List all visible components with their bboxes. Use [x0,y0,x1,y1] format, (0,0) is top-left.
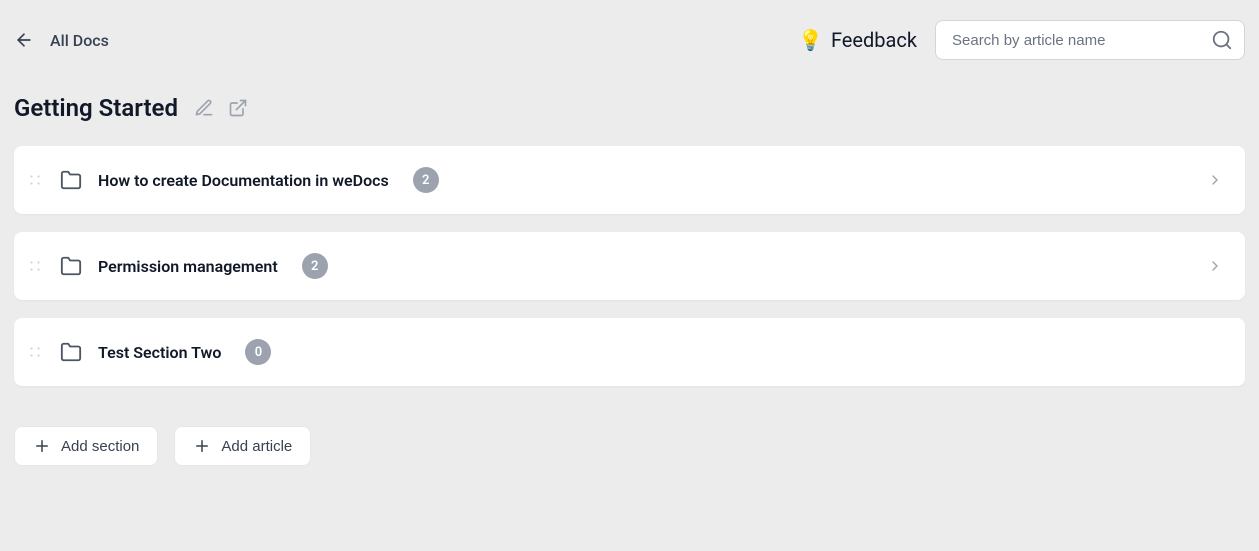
drag-handle-icon[interactable] [28,173,42,187]
chevron-right-icon[interactable] [1207,258,1223,274]
plus-icon [33,437,51,455]
feedback-link[interactable]: 💡 Feedback [798,28,917,52]
search-wrap [935,20,1245,60]
lightbulb-icon: 💡 [798,28,823,52]
count-badge: 2 [302,253,328,279]
header-right: 💡 Feedback [798,20,1245,60]
add-section-label: Add section [61,438,139,455]
section-title: Test Section Two [98,343,221,362]
count-badge: 2 [413,167,439,193]
back-to-all-docs[interactable]: All Docs [14,30,109,50]
footer-actions: Add section Add article [0,386,1259,466]
add-article-label: Add article [221,438,292,455]
plus-icon [193,437,211,455]
section-row[interactable]: How to create Documentation in weDocs 2 [14,146,1245,214]
search-input[interactable] [935,20,1245,60]
arrow-left-icon [14,30,34,50]
add-article-button[interactable]: Add article [174,426,311,466]
folder-icon [60,341,82,363]
back-label: All Docs [50,31,109,50]
chevron-right-icon[interactable] [1207,172,1223,188]
section-row[interactable]: Test Section Two 0 [14,318,1245,386]
section-title: How to create Documentation in weDocs [98,171,389,190]
drag-handle-icon[interactable] [28,345,42,359]
section-row[interactable]: Permission management 2 [14,232,1245,300]
folder-icon [60,169,82,191]
drag-handle-icon[interactable] [28,259,42,273]
title-actions [194,98,248,118]
feedback-label: Feedback [831,28,917,52]
title-row: Getting Started [0,80,1259,146]
section-title: Permission management [98,257,278,276]
edit-icon[interactable] [194,98,214,118]
sections-list: How to create Documentation in weDocs2Pe… [0,146,1259,386]
count-badge: 0 [245,339,271,365]
page-title: Getting Started [14,94,178,122]
folder-icon [60,255,82,277]
add-section-button[interactable]: Add section [14,426,158,466]
search-icon[interactable] [1211,29,1233,51]
external-link-icon[interactable] [228,98,248,118]
header: All Docs 💡 Feedback [0,0,1259,80]
